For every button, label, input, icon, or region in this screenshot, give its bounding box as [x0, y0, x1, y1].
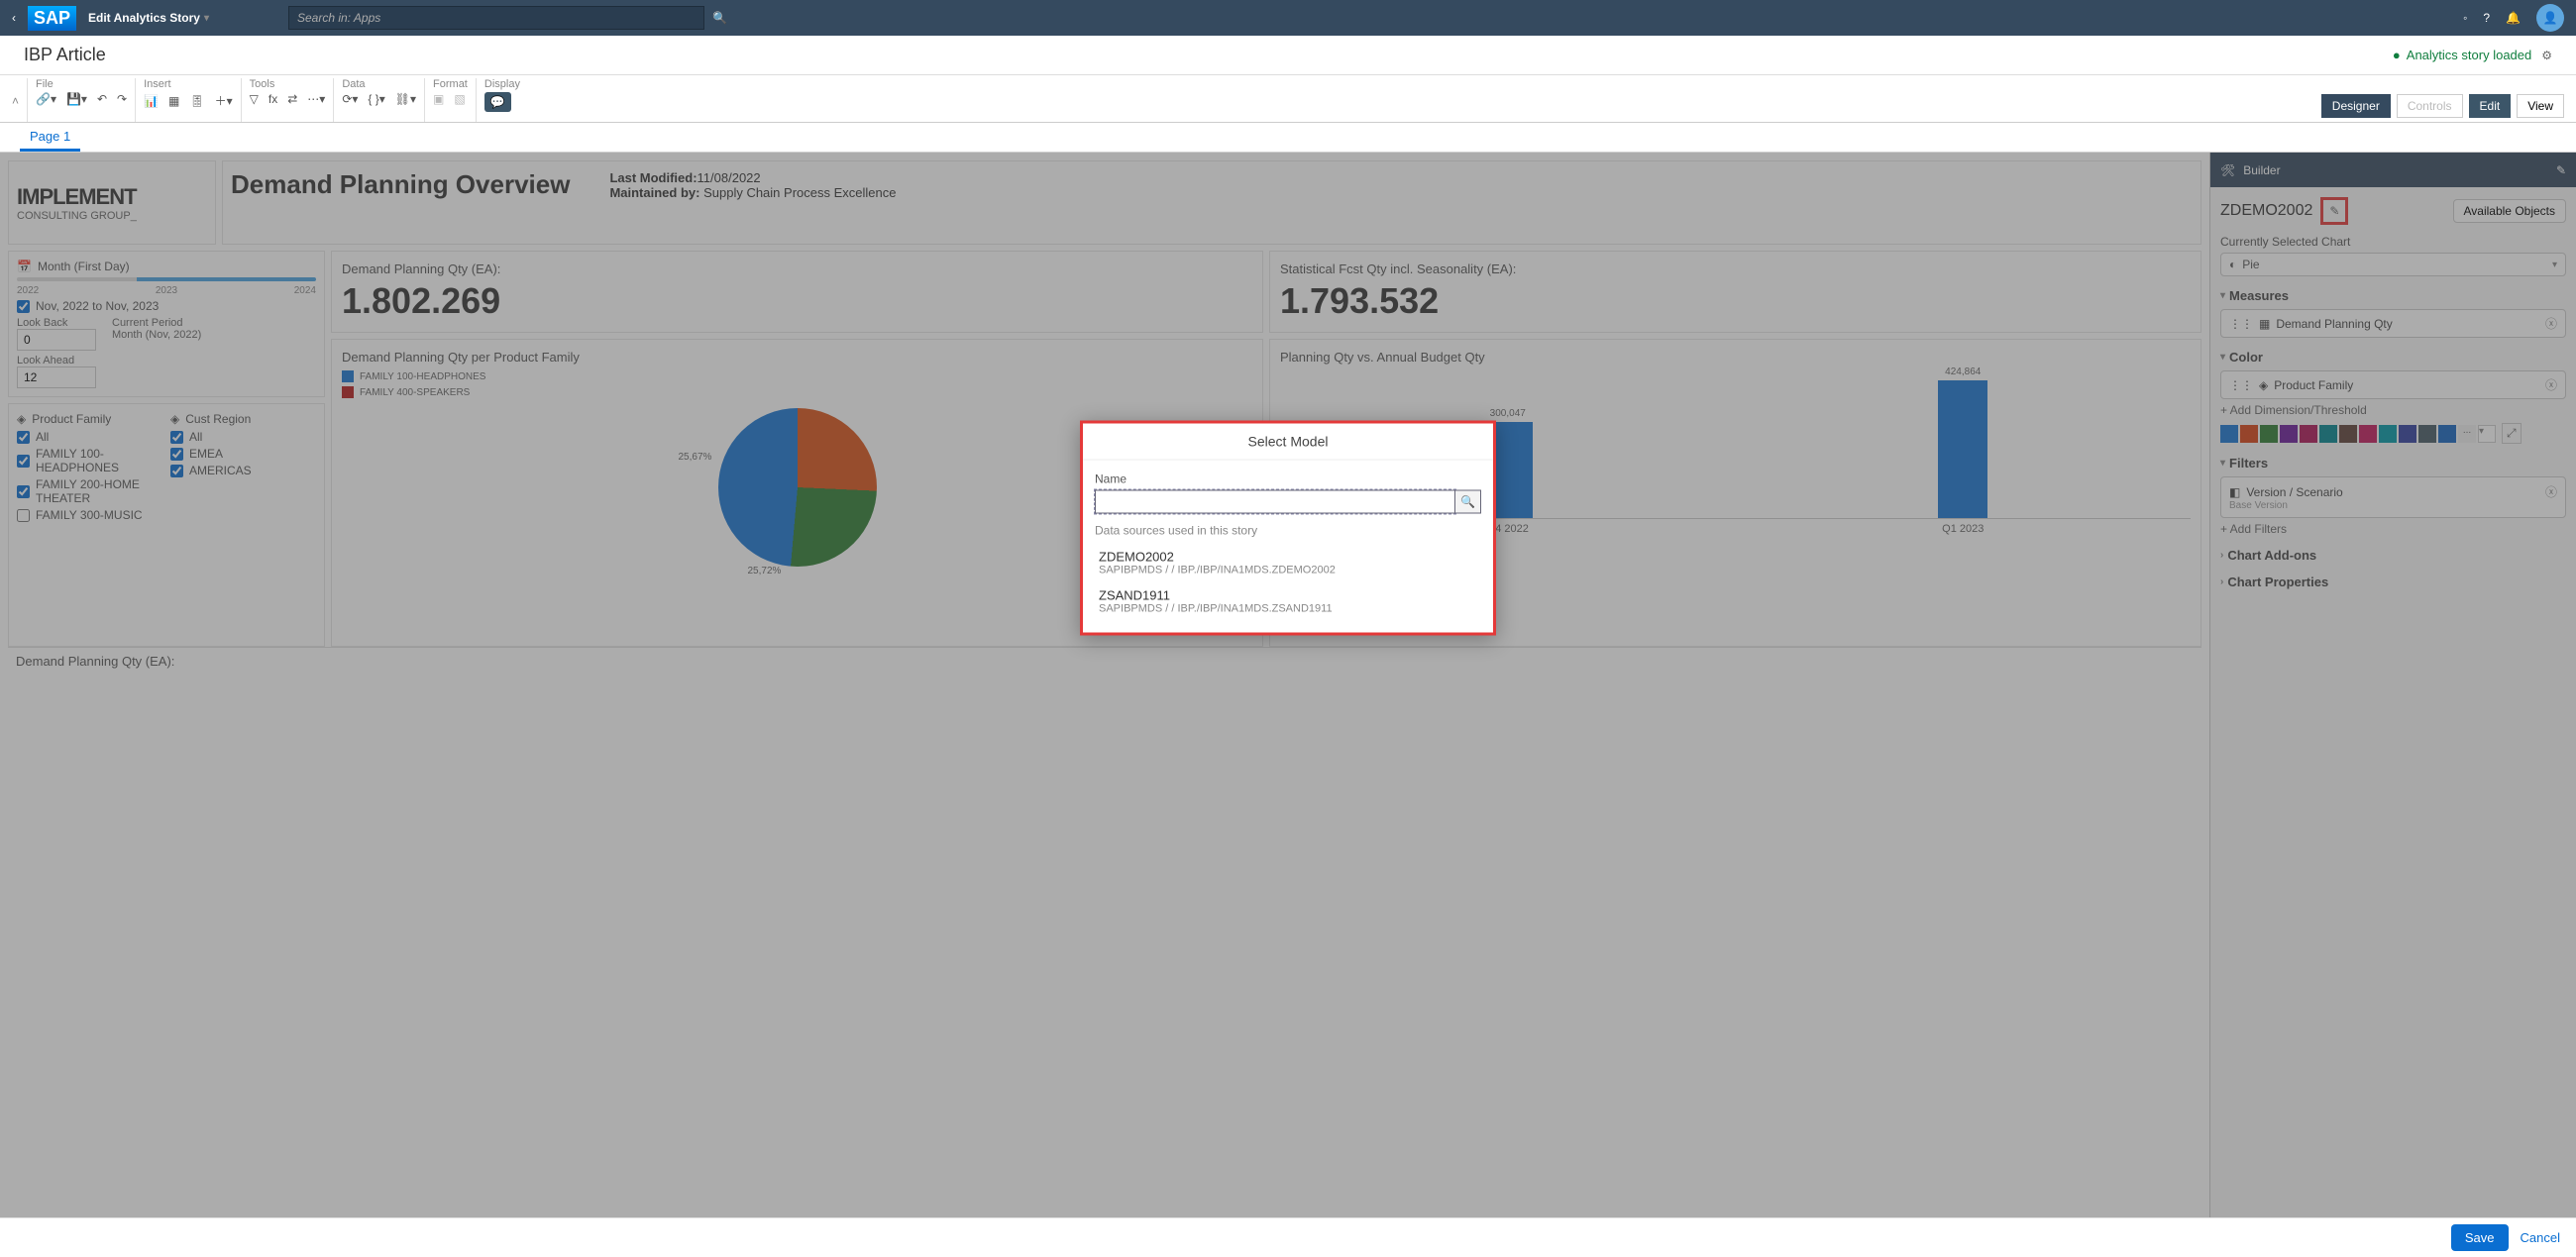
back-icon[interactable]: ‹ — [12, 11, 16, 25]
model-item-name: ZSAND1911 — [1099, 587, 1477, 602]
redo-icon[interactable]: ↷ — [117, 92, 127, 106]
notification-icon[interactable]: 🔔 — [2506, 11, 2521, 25]
name-field-label: Name — [1095, 471, 1127, 485]
main-area: IMPLEMENT CONSULTING GROUP_ Demand Plann… — [0, 153, 2576, 1217]
add-icon[interactable]: ＋▾ — [215, 92, 233, 109]
shell-bar: ‹ SAP Edit Analytics Story ▾ Search in: … — [0, 0, 2576, 36]
filter-icon[interactable]: ▽ — [250, 92, 259, 106]
page-header: IBP Article ● Analytics story loaded ⚙ — [0, 36, 2576, 75]
global-search-input[interactable]: Search in: Apps — [288, 6, 704, 30]
model-group-header: Data sources used in this story — [1095, 523, 1481, 537]
edit-button[interactable]: Edit — [2469, 94, 2512, 118]
model-search-input[interactable] — [1095, 489, 1455, 513]
page-title: IBP Article — [24, 45, 106, 65]
model-item-path: SAPIBPMDS / / IBP./IBP/INA1MDS.ZDEMO2002 — [1099, 564, 1477, 576]
search-icon[interactable]: 🔍 — [712, 11, 727, 25]
refresh-icon[interactable]: ⟳▾ — [342, 92, 358, 106]
layout2-icon[interactable]: ▧ — [454, 92, 465, 106]
chart-icon[interactable]: 📊 — [144, 94, 159, 108]
model-list-item[interactable]: ZDEMO2002 SAPIBPMDS / / IBP./IBP/INA1MDS… — [1095, 543, 1481, 581]
controls-button[interactable]: Controls — [2397, 94, 2463, 118]
sap-logo: SAP — [28, 6, 76, 31]
save-icon[interactable]: 💾▾ — [66, 92, 87, 106]
comment-icon[interactable]: 💬 — [484, 92, 511, 112]
table-icon[interactable]: ▦ — [168, 94, 179, 108]
save-button[interactable]: Save — [2451, 1224, 2509, 1251]
shell-title-text: Edit Analytics Story — [88, 11, 200, 25]
status-indicator: ● Analytics story loaded — [2393, 48, 2531, 62]
page-tabs: Page 1 — [0, 123, 2576, 153]
support-icon[interactable]: ◦ — [2463, 11, 2467, 25]
layout-icon[interactable]: ▣ — [433, 92, 444, 106]
toolbar-group-data: Data — [342, 78, 416, 90]
advanced-icon[interactable]: ⇄ — [287, 92, 297, 106]
model-item-path: SAPIBPMDS / / IBP./IBP/INA1MDS.ZSAND1911 — [1099, 602, 1477, 614]
more-tools-icon[interactable]: ⋯▾ — [307, 92, 325, 106]
help-icon[interactable]: ? — [2483, 11, 2490, 25]
toolbar-group-display: Display — [484, 78, 520, 90]
dialog-title: Select Model — [1083, 423, 1493, 460]
overlay-scrim — [0, 153, 2576, 1217]
link2-icon[interactable]: ⛓▾ — [395, 92, 416, 106]
toolbar-group-format: Format — [433, 78, 468, 90]
page-footer: Save Cancel — [0, 1217, 2576, 1257]
status-text: Analytics story loaded — [2407, 48, 2531, 62]
control-icon[interactable]: 🎚 — [189, 94, 204, 108]
model-list-item[interactable]: ZSAND1911 SAPIBPMDS / / IBP./IBP/INA1MDS… — [1095, 581, 1481, 620]
settings-icon[interactable]: ⚙ — [2541, 49, 2552, 62]
formula-icon[interactable]: fx — [268, 92, 277, 106]
toolbar: ˄ File 🔗▾ 💾▾ ↶ ↷ Insert 📊 ▦ 🎚 ＋▾ Tools ▽… — [0, 75, 2576, 123]
designer-button[interactable]: Designer — [2321, 94, 2391, 118]
select-model-dialog: Select Model Name 🔍 Data sources used in… — [1080, 420, 1496, 635]
toolbar-group-insert: Insert — [144, 78, 233, 90]
check-icon: ● — [2393, 48, 2401, 62]
brackets-icon[interactable]: { }▾ — [368, 92, 384, 106]
search-placeholder: Search in: Apps — [297, 11, 380, 25]
model-item-name: ZDEMO2002 — [1099, 549, 1477, 564]
chevron-down-icon: ▾ — [204, 13, 209, 24]
collapse-icon[interactable]: ˄ — [12, 94, 19, 108]
toolbar-group-file: File — [36, 78, 127, 90]
user-avatar[interactable]: 👤 — [2536, 4, 2564, 32]
search-icon[interactable]: 🔍 — [1455, 489, 1481, 513]
undo-icon[interactable]: ↶ — [97, 92, 107, 106]
toolbar-group-tools: Tools — [250, 78, 326, 90]
link-icon[interactable]: 🔗▾ — [36, 92, 56, 106]
tab-page-1[interactable]: Page 1 — [20, 124, 80, 152]
shell-title[interactable]: Edit Analytics Story ▾ — [88, 11, 209, 25]
cancel-button[interactable]: Cancel — [2521, 1230, 2560, 1245]
view-button[interactable]: View — [2517, 94, 2564, 118]
